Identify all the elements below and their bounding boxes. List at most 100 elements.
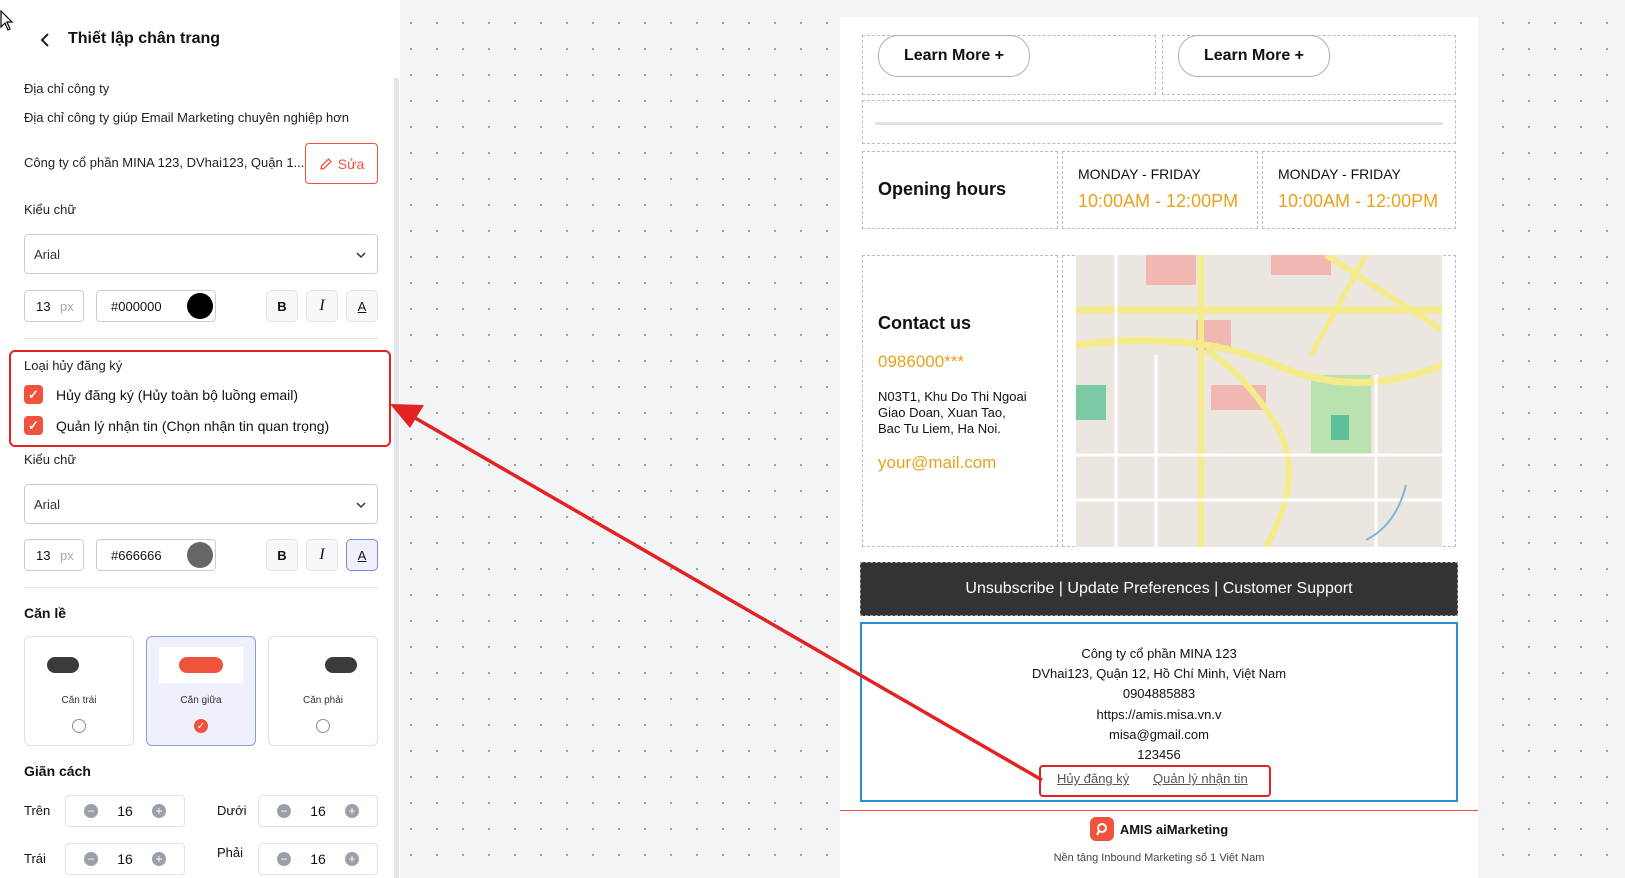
align-right-radio[interactable]: [316, 719, 330, 733]
bold-glyph: B: [277, 547, 287, 563]
spacing-left-stepper[interactable]: − 16 +: [65, 843, 185, 875]
company-line: Công ty cổ phần MINA 123: [1081, 646, 1237, 661]
email-preview: Learn More + Learn More + Opening hours …: [840, 17, 1478, 878]
divider: [24, 587, 378, 588]
address-value: Công ty cổ phần MINA 123, DVhai123, Quận…: [24, 155, 305, 170]
divider-line: [875, 122, 1443, 125]
day-range-1: MONDAY - FRIDAY: [1078, 166, 1201, 182]
address-line: N03T1, Khu Do Thi Ngoai: [878, 389, 1027, 404]
spacing-bottom-value: 16: [310, 803, 326, 819]
font-family-value-2: Arial: [34, 497, 61, 512]
divider: [24, 338, 378, 339]
font-size-value-2: 13: [36, 548, 51, 563]
brand-row: AMIS aiMarketing: [840, 817, 1478, 841]
panel-scrollbar[interactable]: [394, 78, 399, 878]
spacing-right-value: 16: [310, 851, 326, 867]
cursor-icon: [0, 10, 14, 31]
plus-icon[interactable]: +: [345, 852, 359, 866]
bold-button-1[interactable]: B: [266, 290, 298, 322]
company-line: https://amis.misa.vn.v: [1096, 707, 1222, 722]
align-left-label: Căn trái: [61, 695, 97, 706]
font-size-input-2[interactable]: 13 px: [24, 539, 84, 571]
opening-hours-title: Opening hours: [878, 179, 1006, 199]
chevron-down-icon: [356, 252, 366, 259]
spacing-bottom-stepper[interactable]: − 16 +: [258, 795, 378, 827]
hours-cell-2[interactable]: [1262, 151, 1456, 229]
edit-label: Sửa: [337, 155, 365, 172]
font-color-text-2: #666666: [111, 548, 162, 563]
font-color-input-1[interactable]: #000000: [96, 290, 216, 322]
footer-links-text[interactable]: Unsubscribe | Update Preferences | Custo…: [965, 580, 1352, 598]
divider-block[interactable]: [862, 100, 1456, 144]
brand-name: AMIS aiMarketing: [1119, 821, 1229, 837]
align-center-label: Căn giữa: [180, 695, 222, 706]
align-label: Căn lề: [24, 605, 67, 621]
align-preview-right: [325, 657, 357, 673]
day-range-2: MONDAY - FRIDAY: [1278, 166, 1401, 182]
contact-title: Contact us: [878, 313, 972, 333]
underline-button-1[interactable]: A: [346, 290, 378, 322]
learn-more-button-2[interactable]: Learn More +: [1178, 35, 1330, 77]
font-size-input-1[interactable]: 13 px: [24, 290, 84, 322]
underline-glyph: A: [357, 547, 367, 563]
spacing-left-value: 16: [117, 851, 133, 867]
italic-glyph: I: [319, 297, 325, 314]
company-line: 0904885883: [1122, 686, 1196, 701]
font-label-2: Kiểu chữ: [24, 452, 77, 467]
brand-divider: [840, 810, 1478, 811]
annotation-highlight-box: [9, 350, 391, 447]
time-range-1: 10:00AM - 12:00PM: [1078, 191, 1239, 211]
spacing-right-label: Phải: [217, 845, 244, 860]
edit-address-button[interactable]: Sửa: [305, 143, 378, 184]
italic-button-1[interactable]: I: [306, 290, 338, 322]
underline-button-2[interactable]: A: [346, 539, 378, 571]
address-hint: Địa chỉ công ty giúp Email Marketing chu…: [24, 110, 350, 125]
company-line: 123456: [1137, 747, 1181, 762]
contact-phone: 0986000***: [878, 352, 965, 371]
hours-cell-1[interactable]: [1062, 151, 1258, 229]
color-swatch-1[interactable]: [187, 293, 213, 319]
annotation-highlight-links: [1039, 765, 1271, 797]
footer-links-bar[interactable]: Unsubscribe | Update Preferences | Custo…: [860, 562, 1458, 616]
panel-title: Thiết lập chân trang: [68, 30, 221, 47]
font-family-value-1: Arial: [34, 247, 61, 262]
contact-address: N03T1, Khu Do Thi Ngoai Giao Doan, Xuan …: [878, 389, 1027, 437]
italic-button-2[interactable]: I: [306, 539, 338, 571]
align-left-radio[interactable]: [72, 719, 86, 733]
font-color-text-1: #000000: [111, 299, 162, 314]
font-family-select-1[interactable]: Arial: [24, 234, 378, 274]
plus-icon[interactable]: +: [345, 804, 359, 818]
chevron-down-icon: [356, 502, 366, 509]
font-size-unit-1: px: [60, 299, 74, 314]
spacing-top-label: Trên: [24, 803, 51, 818]
font-color-input-2[interactable]: #666666: [96, 539, 216, 571]
address-line: Giao Doan, Xuan Tao,: [878, 405, 1006, 420]
time-range-2: 10:00AM - 12:00PM: [1278, 191, 1439, 211]
check-icon: ✓: [196, 720, 206, 732]
font-size-unit-2: px: [60, 548, 74, 563]
pencil-icon: [319, 157, 332, 170]
contact-email: your@mail.com: [878, 453, 997, 472]
align-center-radio[interactable]: ✓: [194, 719, 208, 733]
plus-icon[interactable]: +: [152, 804, 166, 818]
amis-logo-icon: [1089, 817, 1114, 841]
font-size-value-1: 13: [36, 299, 51, 314]
color-swatch-2[interactable]: [187, 542, 213, 568]
align-preview-left: [47, 657, 79, 673]
spacing-top-stepper[interactable]: − 16 +: [65, 795, 185, 827]
back-button[interactable]: [36, 30, 56, 50]
bold-button-2[interactable]: B: [266, 539, 298, 571]
plus-icon[interactable]: +: [152, 852, 166, 866]
spacing-right-stepper[interactable]: − 16 +: [258, 843, 378, 875]
align-center-option[interactable]: Căn giữa ✓: [146, 636, 256, 746]
spacing-label: Giãn cách: [24, 763, 91, 779]
learn-more-button-1[interactable]: Learn More +: [878, 35, 1030, 77]
company-line: misa@gmail.com: [1109, 727, 1209, 742]
company-info-block[interactable]: Công ty cổ phần MINA 123 DVhai123, Quận …: [860, 622, 1458, 802]
italic-glyph: I: [319, 546, 325, 563]
align-right-option[interactable]: Căn phải: [268, 636, 378, 746]
font-family-select-2[interactable]: Arial: [24, 484, 378, 524]
spacing-left-label: Trái: [24, 851, 46, 866]
align-right-label: Căn phải: [302, 695, 344, 706]
align-left-option[interactable]: Căn trái: [24, 636, 134, 746]
